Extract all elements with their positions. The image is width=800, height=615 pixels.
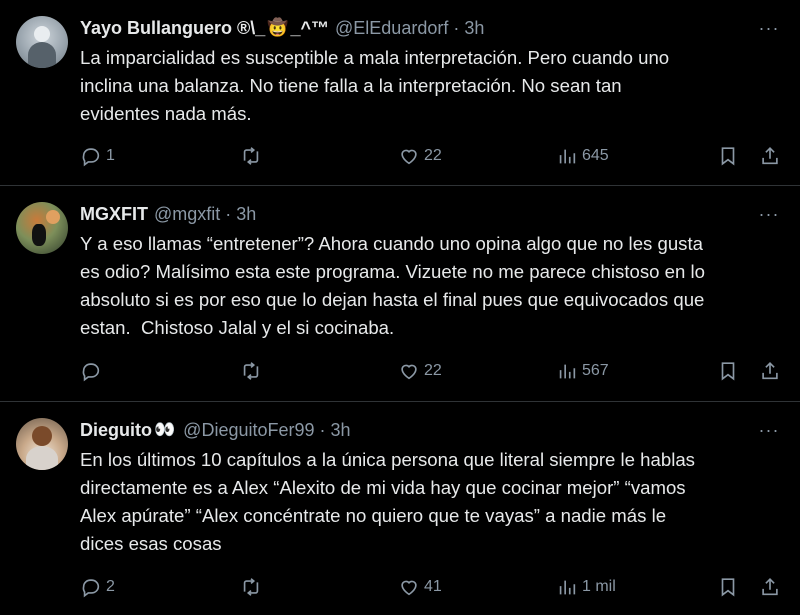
views-count: 645	[582, 147, 609, 164]
reply-icon	[82, 363, 100, 382]
retweet-button[interactable]	[240, 573, 266, 601]
user-handle[interactable]: @ElEduardorf	[335, 18, 448, 39]
reply-count: 1	[106, 147, 115, 164]
reply-button[interactable]: 1	[80, 142, 115, 170]
display-name-suffix[interactable]: _^™	[290, 18, 329, 39]
more-icon[interactable]: ···	[756, 16, 782, 40]
like-button[interactable]: 22	[398, 142, 442, 170]
share-icon	[762, 362, 778, 380]
reply-icon	[82, 579, 100, 598]
avatar[interactable]	[16, 16, 68, 68]
tweet-header: MGXFIT @mgxfit · 3h	[80, 202, 256, 226]
views-button[interactable]: 567	[556, 357, 609, 385]
display-name[interactable]: Dieguito	[80, 420, 152, 441]
separator-dot: ·	[225, 203, 232, 224]
heart-icon	[401, 580, 417, 596]
heart-icon	[401, 149, 417, 165]
share-button[interactable]	[759, 357, 781, 385]
user-handle[interactable]: @DieguitoFer99	[183, 420, 314, 441]
bookmark-icon	[721, 578, 735, 597]
timeline-feed: Yayo Bullanguero ®\_ 🤠 _^™ @ElEduardorf …	[0, 0, 800, 615]
display-name[interactable]: MGXFIT	[80, 204, 148, 225]
retweet-icon	[243, 578, 259, 596]
tweet-actions: 1 22 645	[80, 142, 784, 170]
views-count: 567	[582, 362, 609, 379]
views-chart-icon	[559, 149, 576, 164]
separator-dot: ·	[453, 17, 460, 38]
like-count: 41	[424, 578, 442, 595]
separator-dot: ·	[319, 419, 326, 440]
bookmark-button[interactable]	[717, 142, 739, 170]
reply-icon	[82, 148, 100, 167]
bookmark-button[interactable]	[717, 573, 739, 601]
views-button[interactable]: 645	[556, 142, 609, 170]
tweet-header: Dieguito 👀 @DieguitoFer99 · 3h	[80, 418, 351, 442]
views-button[interactable]: 1 mil	[556, 573, 616, 601]
user-handle[interactable]: @mgxfit	[154, 204, 220, 225]
tweet-text: En los últimos 10 capítulos a la única p…	[80, 449, 695, 554]
retweet-icon	[243, 362, 259, 380]
display-name[interactable]: Yayo Bullanguero ®\_	[80, 18, 265, 39]
like-count: 22	[424, 147, 442, 164]
tweet[interactable]: Dieguito 👀 @DieguitoFer99 · 3h ··· En lo…	[0, 402, 800, 615]
bookmark-icon	[721, 147, 735, 166]
timestamp[interactable]: 3h	[331, 420, 351, 441]
retweet-button[interactable]	[240, 142, 266, 170]
retweet-icon	[243, 147, 259, 165]
bookmark-button[interactable]	[717, 357, 739, 385]
avatar[interactable]	[16, 202, 68, 254]
tweet-text: La imparcialidad es susceptible a mala i…	[80, 47, 670, 124]
like-count: 22	[424, 362, 442, 379]
reply-button[interactable]	[80, 357, 106, 385]
tweet[interactable]: Yayo Bullanguero ®\_ 🤠 _^™ @ElEduardorf …	[0, 0, 800, 186]
tweet[interactable]: MGXFIT @mgxfit · 3h ··· Y a eso llamas “…	[0, 186, 800, 402]
tweet-actions: 2 41 1 mil	[80, 573, 784, 601]
retweet-button[interactable]	[240, 357, 266, 385]
timestamp[interactable]: 3h	[236, 204, 256, 225]
like-button[interactable]: 22	[398, 357, 442, 385]
heart-icon	[401, 364, 417, 380]
share-icon	[762, 578, 778, 596]
eyes-emoji-icon: 👀	[154, 420, 176, 439]
bookmark-icon	[721, 362, 735, 381]
share-button[interactable]	[759, 573, 781, 601]
reply-button[interactable]: 2	[80, 573, 115, 601]
tweet-actions: 22 567	[80, 357, 784, 385]
share-icon	[762, 147, 778, 165]
tweet-header: Yayo Bullanguero ®\_ 🤠 _^™ @ElEduardorf …	[80, 16, 484, 40]
views-count: 1 mil	[582, 578, 616, 595]
timestamp[interactable]: 3h	[464, 18, 484, 39]
reply-count: 2	[106, 578, 115, 595]
more-icon[interactable]: ···	[756, 202, 782, 226]
views-chart-icon	[559, 364, 576, 379]
share-button[interactable]	[759, 142, 781, 170]
cowboy-emoji-icon: 🤠	[267, 18, 289, 37]
avatar[interactable]	[16, 418, 68, 470]
tweet-text: Y a eso llamas “entretener”? Ahora cuand…	[80, 233, 705, 338]
more-icon[interactable]: ···	[756, 418, 782, 442]
views-chart-icon	[559, 580, 576, 595]
like-button[interactable]: 41	[398, 573, 442, 601]
